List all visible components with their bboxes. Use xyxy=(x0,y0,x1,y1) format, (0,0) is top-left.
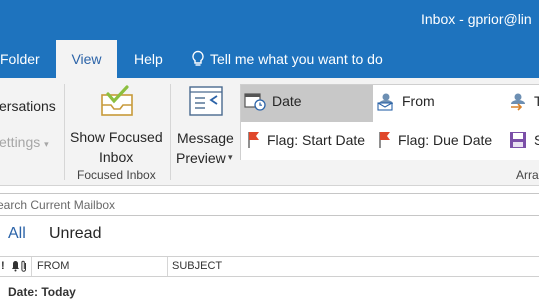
conversation-settings-label: ettings xyxy=(0,134,41,150)
ribbon-tabs: Folder View Help Tell me what you want t… xyxy=(0,40,539,78)
search-input[interactable] xyxy=(0,194,539,215)
window-title: Inbox - gprior@lin xyxy=(421,11,532,27)
message-preview-label-line2: Preview xyxy=(176,150,226,166)
chevron-down-icon: ▾ xyxy=(44,139,49,149)
arrangement-gallery: Date From To xyxy=(240,84,539,160)
arrange-flag-start-label: Flag: Start Date xyxy=(267,132,366,148)
flag-icon xyxy=(247,130,261,150)
arrange-by-size[interactable]: Si xyxy=(508,130,539,150)
arrange-date-label: Date xyxy=(272,93,302,109)
ribbon: ersations ettings ▾ Show Focused Inbox F… xyxy=(0,78,539,186)
lightbulb-icon xyxy=(190,50,206,68)
arrange-flag-due-label: Flag: Due Date xyxy=(398,132,493,148)
search-bar xyxy=(0,193,539,216)
arrange-by-from[interactable]: From xyxy=(376,91,435,111)
from-column[interactable]: FROM xyxy=(37,257,69,276)
importance-column[interactable]: ! xyxy=(1,257,5,276)
calendar-icon xyxy=(244,91,266,111)
arrange-by-flag-due[interactable]: Flag: Due Date xyxy=(378,130,492,150)
tab-help[interactable]: Help xyxy=(134,40,163,78)
arrange-by-to[interactable]: To xyxy=(508,91,539,111)
tab-folder[interactable]: Folder xyxy=(0,40,40,78)
column-divider xyxy=(167,257,168,276)
column-divider xyxy=(31,257,32,276)
subject-column[interactable]: SUBJECT xyxy=(172,257,222,276)
arrange-by-date[interactable]: Date xyxy=(244,91,302,111)
arrange-size-label: Si xyxy=(534,132,539,148)
chevron-down-icon: ▾ xyxy=(228,152,233,162)
filter-unread[interactable]: Unread xyxy=(49,225,101,243)
person-arrow-icon xyxy=(508,91,528,111)
ribbon-separator xyxy=(170,84,171,180)
focused-inbox-icon xyxy=(99,85,135,124)
tab-view[interactable]: View xyxy=(56,40,117,78)
paperclip-icon xyxy=(20,260,28,272)
bell-icon xyxy=(12,260,19,272)
focused-inbox-label-line2: Inbox xyxy=(99,149,134,165)
flag-icon xyxy=(378,130,392,150)
tell-me-label: Tell me what you want to do xyxy=(210,51,383,67)
show-focused-inbox-button[interactable]: Show Focused Inbox xyxy=(66,82,168,165)
title-bar: Inbox - gprior@lin xyxy=(0,0,539,40)
save-disk-icon xyxy=(508,130,528,150)
arrange-from-label: From xyxy=(402,93,435,109)
focused-inbox-group-label: Focused Inbox xyxy=(77,168,156,182)
message-preview-button[interactable]: Message Preview ▾ xyxy=(172,82,238,166)
ribbon-separator xyxy=(64,84,65,180)
attachment-column[interactable] xyxy=(20,257,28,276)
conversation-settings-button[interactable]: ettings ▾ xyxy=(0,134,49,150)
message-list-header: ! FROM SUBJECT xyxy=(0,256,539,277)
tell-me-box[interactable]: Tell me what you want to do xyxy=(190,40,383,78)
arrange-by-flag-start[interactable]: Flag: Start Date xyxy=(247,130,365,150)
group-header-today[interactable]: Date: Today xyxy=(8,285,76,299)
arrangement-group-label: Arra xyxy=(516,168,539,182)
reminder-column[interactable] xyxy=(12,257,19,276)
filter-all[interactable]: All xyxy=(8,225,26,243)
message-preview-label-line1: Message xyxy=(177,130,234,146)
person-mail-icon xyxy=(376,91,396,111)
message-preview-icon xyxy=(189,86,223,121)
arrange-to-label: To xyxy=(534,93,539,109)
conversations-button[interactable]: ersations xyxy=(0,98,56,114)
focused-inbox-label-line1: Show Focused xyxy=(70,129,163,145)
